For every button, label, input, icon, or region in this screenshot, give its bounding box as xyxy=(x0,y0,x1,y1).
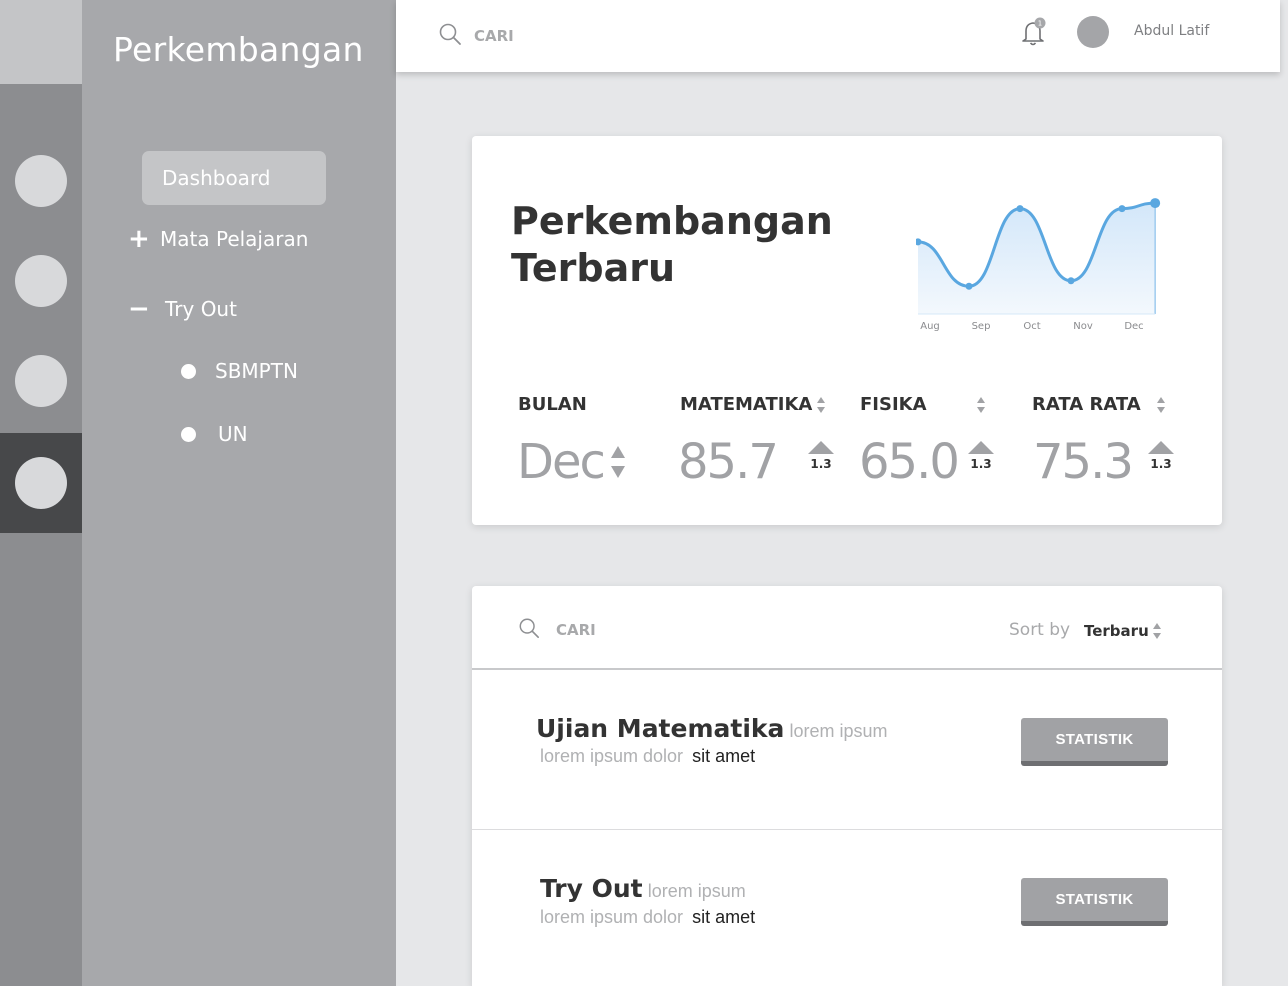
stat-col-matematika: MATEMATIKA 85.7 1.3 xyxy=(678,394,834,490)
rail-logo-block xyxy=(0,0,82,84)
sort-arrows-icon[interactable] xyxy=(1152,622,1162,640)
delta-up-triangle-icon xyxy=(1148,441,1174,454)
stats-title: Perkembangan Terbaru xyxy=(511,198,833,292)
sidebar-item-mata-pelajaran[interactable]: + Mata Pelajaran xyxy=(128,224,308,254)
sidebar: Perkembangan Dashboard + Mata Pelajaran … xyxy=(82,0,396,986)
chart-x-tick-label: Dec xyxy=(1124,321,1143,332)
chart-x-tick-label: Oct xyxy=(1023,321,1040,332)
statistik-button[interactable]: STATISTIK xyxy=(1021,718,1168,766)
chart-x-tick-label: Sep xyxy=(972,321,991,332)
rail-item-4-active[interactable] xyxy=(0,433,84,533)
stat-label-fisika: FISIKA xyxy=(860,394,927,415)
item-description: lorem ipsum dolor sit amet xyxy=(540,746,755,767)
stats-title-line1: Perkembangan xyxy=(511,199,833,243)
sidebar-item-dashboard[interactable]: Dashboard xyxy=(142,151,326,205)
stat-col-bulan: BULAN Dec xyxy=(517,394,625,490)
item-subtitle: lorem ipsum xyxy=(647,881,746,901)
exam-list-card: Sort by Terbaru Ujian Matematika lorem i… xyxy=(472,586,1222,986)
expand-plus-icon: + xyxy=(128,224,150,254)
bullet-dot-icon xyxy=(181,363,196,379)
chart-point xyxy=(965,282,973,290)
chart-point xyxy=(1150,198,1161,209)
trend-chart: Aug Sep Oct Nov Dec xyxy=(916,198,1161,332)
stat-value-matematika: 85.7 xyxy=(678,434,779,490)
rail-icon-1 xyxy=(15,155,67,207)
chart-x-tick-label: Aug xyxy=(920,321,940,332)
delta-fisika: 1.3 xyxy=(967,441,995,471)
sidebar-subitem-label: UN xyxy=(218,422,248,446)
bell-icon[interactable]: 1 xyxy=(1018,16,1050,48)
stat-col-fisika: FISIKA 65.0 1.3 xyxy=(859,394,994,490)
delta-rata-rata: 1.3 xyxy=(1147,441,1175,471)
list-item: Try Out lorem ipsum lorem ipsum dolor si… xyxy=(472,831,1222,986)
sidebar-item-label: Mata Pelajaran xyxy=(160,227,309,251)
chart-point xyxy=(1118,205,1126,213)
statistik-button[interactable]: STATISTIK xyxy=(1021,878,1168,926)
sort-label: Sort by xyxy=(1009,620,1071,640)
item-title: Ujian Matematika xyxy=(536,714,785,743)
rail-item-1[interactable] xyxy=(0,131,84,231)
sidebar-subitem-label: SBMPTN xyxy=(215,359,298,383)
avatar[interactable] xyxy=(1077,16,1109,48)
item-heading: Try Out lorem ipsum xyxy=(540,874,746,903)
stats-title-line2: Terbaru xyxy=(511,246,676,290)
stat-value-rata-rata: 75.3 xyxy=(1033,434,1134,490)
rail-icon-4 xyxy=(15,457,67,509)
item-description: lorem ipsum dolor sit amet xyxy=(540,907,755,928)
sidebar-item-try-out[interactable]: − Try Out xyxy=(128,294,237,324)
item-title: Try Out xyxy=(540,874,643,903)
item-description-dark: sit amet xyxy=(692,746,756,766)
sidebar-subitem-un[interactable]: UN xyxy=(181,422,248,446)
item-description-muted: lorem ipsum dolor xyxy=(540,907,684,927)
sort-arrows-icon[interactable] xyxy=(976,396,986,414)
stat-value-bulan: Dec xyxy=(517,434,606,490)
stat-col-rata-rata: RATA RATA 75.3 1.3 xyxy=(1032,394,1174,490)
search-input[interactable] xyxy=(474,22,774,50)
item-heading: Ujian Matematika lorem ipsum xyxy=(536,714,888,743)
notification-count: 1 xyxy=(1038,20,1042,28)
rail-item-3[interactable] xyxy=(0,331,84,431)
chart-point xyxy=(1016,205,1024,213)
sort-arrows-icon[interactable] xyxy=(1156,396,1166,414)
rail-item-2[interactable] xyxy=(0,231,84,331)
search-icon[interactable] xyxy=(518,617,540,639)
stat-label-matematika: MATEMATIKA xyxy=(680,394,813,415)
item-description-muted: lorem ipsum dolor xyxy=(540,746,684,766)
sort-select[interactable]: Terbaru xyxy=(1084,622,1149,640)
chart-x-tick-label: Nov xyxy=(1073,321,1093,332)
item-subtitle: lorem ipsum xyxy=(789,721,888,741)
stat-value-fisika: 65.0 xyxy=(859,434,960,490)
rail-icon-3 xyxy=(15,355,67,407)
month-stepper-icon[interactable] xyxy=(610,444,626,480)
delta-value: 1.3 xyxy=(1150,457,1172,471)
top-bar: 1 Abdul Latif xyxy=(396,0,1280,72)
search-icon[interactable] xyxy=(438,22,462,46)
bullet-dot-icon xyxy=(181,426,196,442)
delta-value: 1.3 xyxy=(970,457,992,471)
stats-card: Perkembangan Terbaru Aug Sep Oct Nov Dec BUL… xyxy=(472,136,1222,525)
delta-up-triangle-icon xyxy=(968,441,994,454)
delta-value: 1.3 xyxy=(810,457,832,471)
item-description-dark: sit amet xyxy=(692,907,756,927)
stat-label-rata-rata: RATA RATA xyxy=(1032,394,1141,415)
icon-rail xyxy=(0,0,84,986)
collapse-minus-icon: − xyxy=(128,294,150,324)
delta-matematika: 1.3 xyxy=(807,441,835,471)
list-toolbar: Sort by Terbaru xyxy=(472,586,1222,670)
sidebar-item-label: Try Out xyxy=(165,297,237,321)
brand-title: Perkembangan xyxy=(113,30,364,69)
rail-icon-2 xyxy=(15,255,67,307)
list-item: Ujian Matematika lorem ipsum lorem ipsum… xyxy=(472,670,1222,830)
chart-point xyxy=(1067,277,1075,285)
sidebar-subitem-sbmptn[interactable]: SBMPTN xyxy=(181,359,298,383)
username[interactable]: Abdul Latif xyxy=(1134,23,1209,39)
sort-arrows-icon[interactable] xyxy=(816,396,826,414)
stat-label-bulan: BULAN xyxy=(518,394,587,415)
list-search-input[interactable] xyxy=(556,617,856,643)
delta-up-triangle-icon xyxy=(808,441,834,454)
